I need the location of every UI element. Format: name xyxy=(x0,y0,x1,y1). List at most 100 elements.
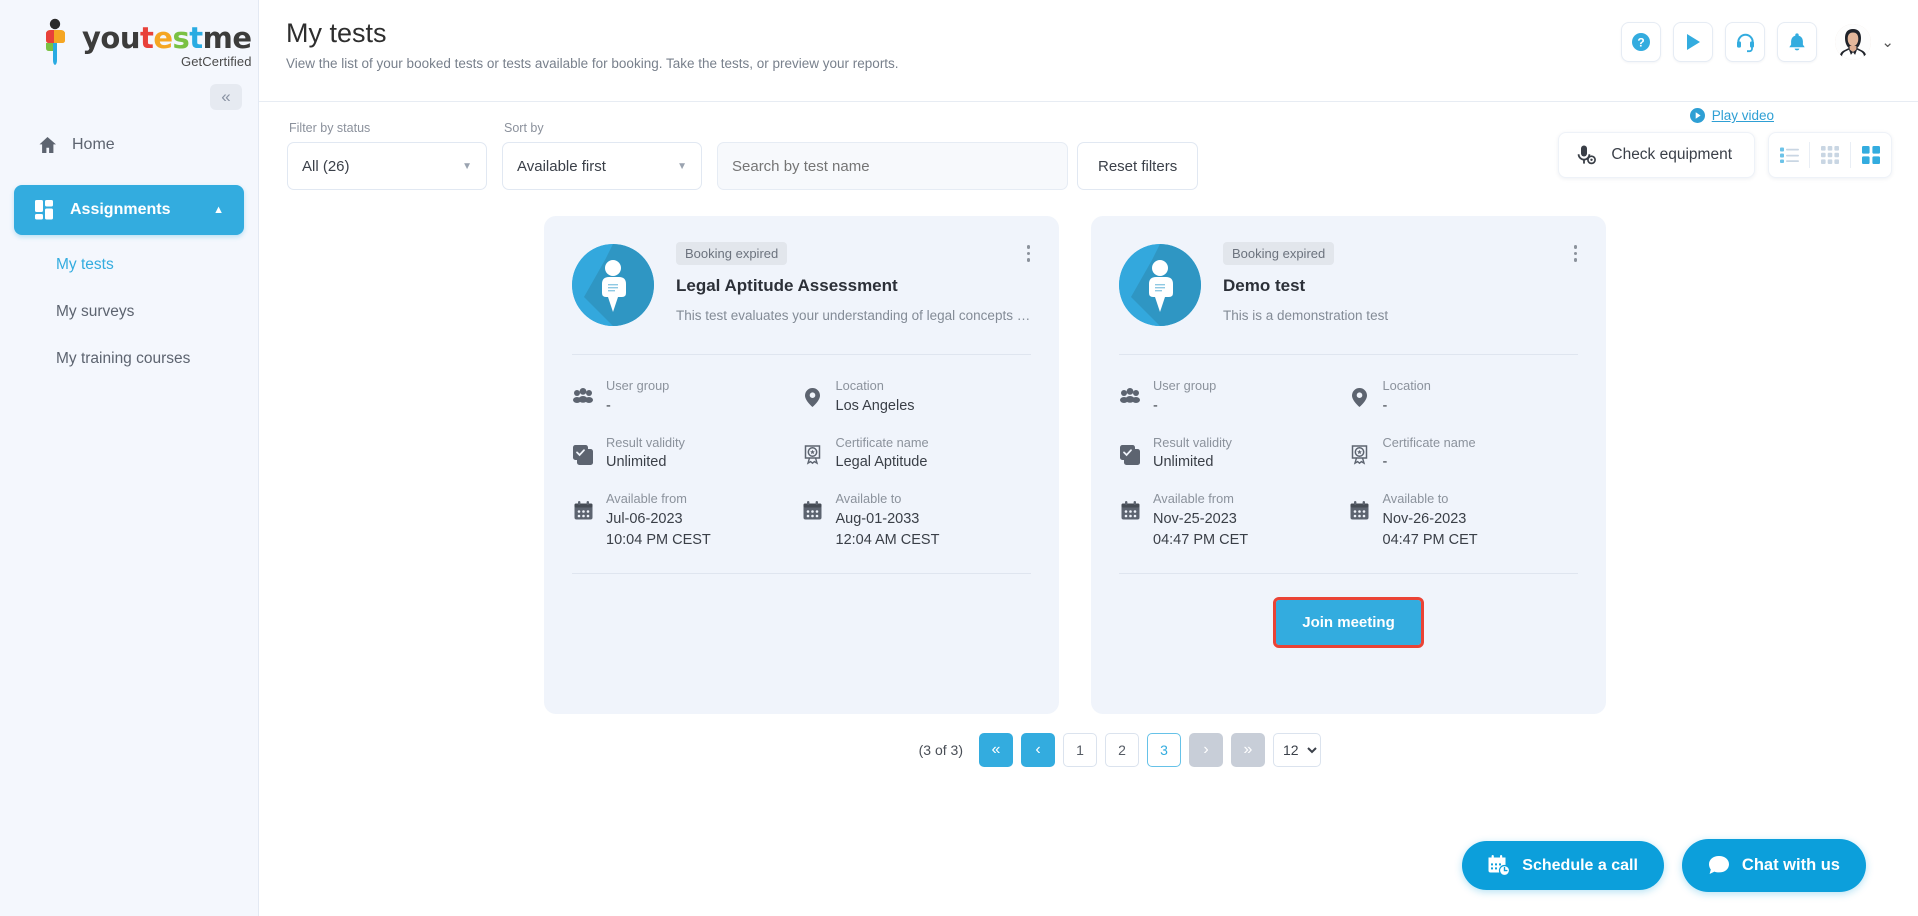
sidebar: youtestme GetCertified « Home Assignment… xyxy=(0,0,259,916)
field-value: Nov-25-2023 xyxy=(1153,510,1237,527)
help-button[interactable]: ? xyxy=(1621,22,1662,62)
field-certificate-name: Certificate name Legal Aptitude xyxy=(802,434,1032,474)
field-label: Available to xyxy=(1382,491,1449,507)
floating-actions: Schedule a call Chat with us xyxy=(1462,839,1866,892)
pagination-page-3[interactable]: 3 xyxy=(1147,733,1181,767)
pagination-last-button[interactable]: » xyxy=(1231,733,1265,767)
sort-by-select[interactable]: Available first ▼ xyxy=(502,142,702,190)
check-equipment-button[interactable]: Check equipment xyxy=(1558,132,1755,178)
schedule-a-call-label: Schedule a call xyxy=(1522,856,1638,874)
page-title: My tests xyxy=(286,18,387,48)
sidebar-item-my-training-courses-label: My training courses xyxy=(56,349,191,367)
card-options-button[interactable] xyxy=(1571,242,1581,265)
kebab-dot xyxy=(1573,251,1577,255)
support-button[interactable] xyxy=(1725,22,1766,62)
pagination-page-2[interactable]: 2 xyxy=(1105,733,1139,767)
list-view-button[interactable] xyxy=(1769,147,1809,163)
chat-with-us-button[interactable]: Chat with us xyxy=(1681,839,1866,892)
field-result-validity: Result validity Unlimited xyxy=(1119,434,1349,474)
filter-by-status-select[interactable]: All (26) ▼ xyxy=(287,142,487,190)
card-options-button[interactable] xyxy=(1024,242,1034,265)
sidebar-item-my-surveys[interactable]: My surveys xyxy=(28,288,258,335)
user-menu[interactable]: ⌄ xyxy=(1835,24,1894,60)
calendar-icon xyxy=(802,490,824,520)
card-footer-divider xyxy=(572,572,1031,574)
sidebar-item-assignments-label: Assignments xyxy=(70,201,171,218)
field-label: Location xyxy=(835,378,884,393)
brand-wordmark: youtestme GetCertified xyxy=(82,18,252,70)
field-text: Certificate name Legal Aptitude xyxy=(836,434,929,474)
field-label: Certificate name xyxy=(1382,434,1476,450)
brand-logo[interactable]: youtestme GetCertified xyxy=(0,0,258,69)
field-label: Result validity xyxy=(606,434,685,450)
grid-view-icon xyxy=(1821,146,1839,164)
field-value: - xyxy=(1153,397,1158,414)
chevron-down-icon: ⌄ xyxy=(1881,34,1894,51)
field-label: Available to xyxy=(835,491,902,507)
pagination: (3 of 3) « ‹ 1 2 3 › » 12 xyxy=(259,733,1321,767)
card-header-text: Booking expired Legal Aptitude Assessmen… xyxy=(654,238,1031,326)
chevron-double-left-icon: « xyxy=(221,87,231,106)
pagination-prev-button[interactable]: ‹ xyxy=(1021,733,1055,767)
certificate-icon xyxy=(802,434,824,465)
calendar-clock-icon xyxy=(1488,855,1511,876)
test-card[interactable]: Booking expired Legal Aptitude Assessmen… xyxy=(544,216,1059,714)
sidebar-item-assignments[interactable]: Assignments ▲ xyxy=(14,185,244,235)
sidebar-nav: Home Assignments ▲ My tests My surveys M… xyxy=(0,123,258,382)
location-pin-icon xyxy=(802,377,824,407)
schedule-a-call-button[interactable]: Schedule a call xyxy=(1462,841,1664,890)
sidebar-item-my-training-courses[interactable]: My training courses xyxy=(28,335,258,382)
app-root: youtestme GetCertified « Home Assignment… xyxy=(0,0,1918,916)
card-footer-divider xyxy=(1119,572,1578,574)
filter-by-status-group: Filter by status All (26) ▼ xyxy=(287,121,487,190)
logo-part-s: s xyxy=(172,21,190,55)
logo-part-me: me xyxy=(202,21,252,55)
field-text: Available to Nov-26-2023 04:47 PM CET xyxy=(1383,490,1478,551)
card-action-area: Join meeting xyxy=(1119,596,1578,648)
page-header: My tests View the list of your booked te… xyxy=(259,0,1918,102)
chevron-down-icon: ▼ xyxy=(462,160,472,172)
page-size-select[interactable]: 12 xyxy=(1273,733,1321,767)
play-tour-button[interactable] xyxy=(1673,22,1714,62)
card-view-button[interactable] xyxy=(1851,146,1891,164)
notification-bell-icon xyxy=(1787,32,1807,53)
field-text: User group - xyxy=(1153,377,1216,417)
field-text: Certificate name - xyxy=(1383,434,1476,474)
field-value: Jul-06-2023 xyxy=(606,510,683,527)
field-value: Unlimited xyxy=(606,454,667,471)
join-meeting-button[interactable]: Join meeting xyxy=(1273,596,1424,648)
chat-bubble-icon xyxy=(1708,855,1730,876)
pagination-page-1[interactable]: 1 xyxy=(1063,733,1097,767)
notifications-button[interactable] xyxy=(1777,22,1818,62)
field-available-from: Available from Jul-06-2023 10:04 PM CEST xyxy=(572,490,802,551)
logo-part-t1: t xyxy=(139,21,154,55)
field-label: User group xyxy=(1153,378,1217,393)
certificate-icon xyxy=(1349,434,1371,465)
field-location: Location Los Angeles xyxy=(802,377,1032,417)
play-video-link[interactable]: Play video xyxy=(1689,108,1774,123)
sidebar-item-home-label: Home xyxy=(72,136,115,153)
pagination-first-button[interactable]: « xyxy=(979,733,1013,767)
reset-filters-button[interactable]: Reset filters xyxy=(1077,142,1199,190)
sidebar-item-home[interactable]: Home xyxy=(14,123,244,167)
result-validity-icon xyxy=(1119,434,1141,465)
calendar-icon xyxy=(1119,490,1141,520)
sidebar-collapse-button[interactable]: « xyxy=(210,84,242,110)
pagination-next-button[interactable]: › xyxy=(1189,733,1223,767)
microphone-settings-icon xyxy=(1575,144,1597,166)
field-text: User group - xyxy=(606,377,669,417)
test-avatar-icon xyxy=(1119,244,1201,326)
card-title: Demo test xyxy=(1223,276,1306,295)
field-available-to: Available to Nov-26-2023 04:47 PM CET xyxy=(1349,490,1579,551)
card-fields: User group - Location - Result validity … xyxy=(1119,377,1578,551)
test-card[interactable]: Booking expired Demo test This is a demo… xyxy=(1091,216,1606,714)
field-text: Available from Nov-25-2023 04:47 PM CET xyxy=(1153,490,1248,551)
field-text: Result validity Unlimited xyxy=(606,434,685,474)
filter-by-status-label: Filter by status xyxy=(289,121,371,135)
sidebar-item-my-tests[interactable]: My tests xyxy=(28,241,258,288)
play-video-label: Play video xyxy=(1711,108,1774,123)
card-fields: User group - Location Los Angeles Result… xyxy=(572,377,1031,551)
logo-part-you: you xyxy=(82,21,140,55)
search-input[interactable] xyxy=(717,142,1068,190)
grid-view-button[interactable] xyxy=(1810,146,1850,164)
